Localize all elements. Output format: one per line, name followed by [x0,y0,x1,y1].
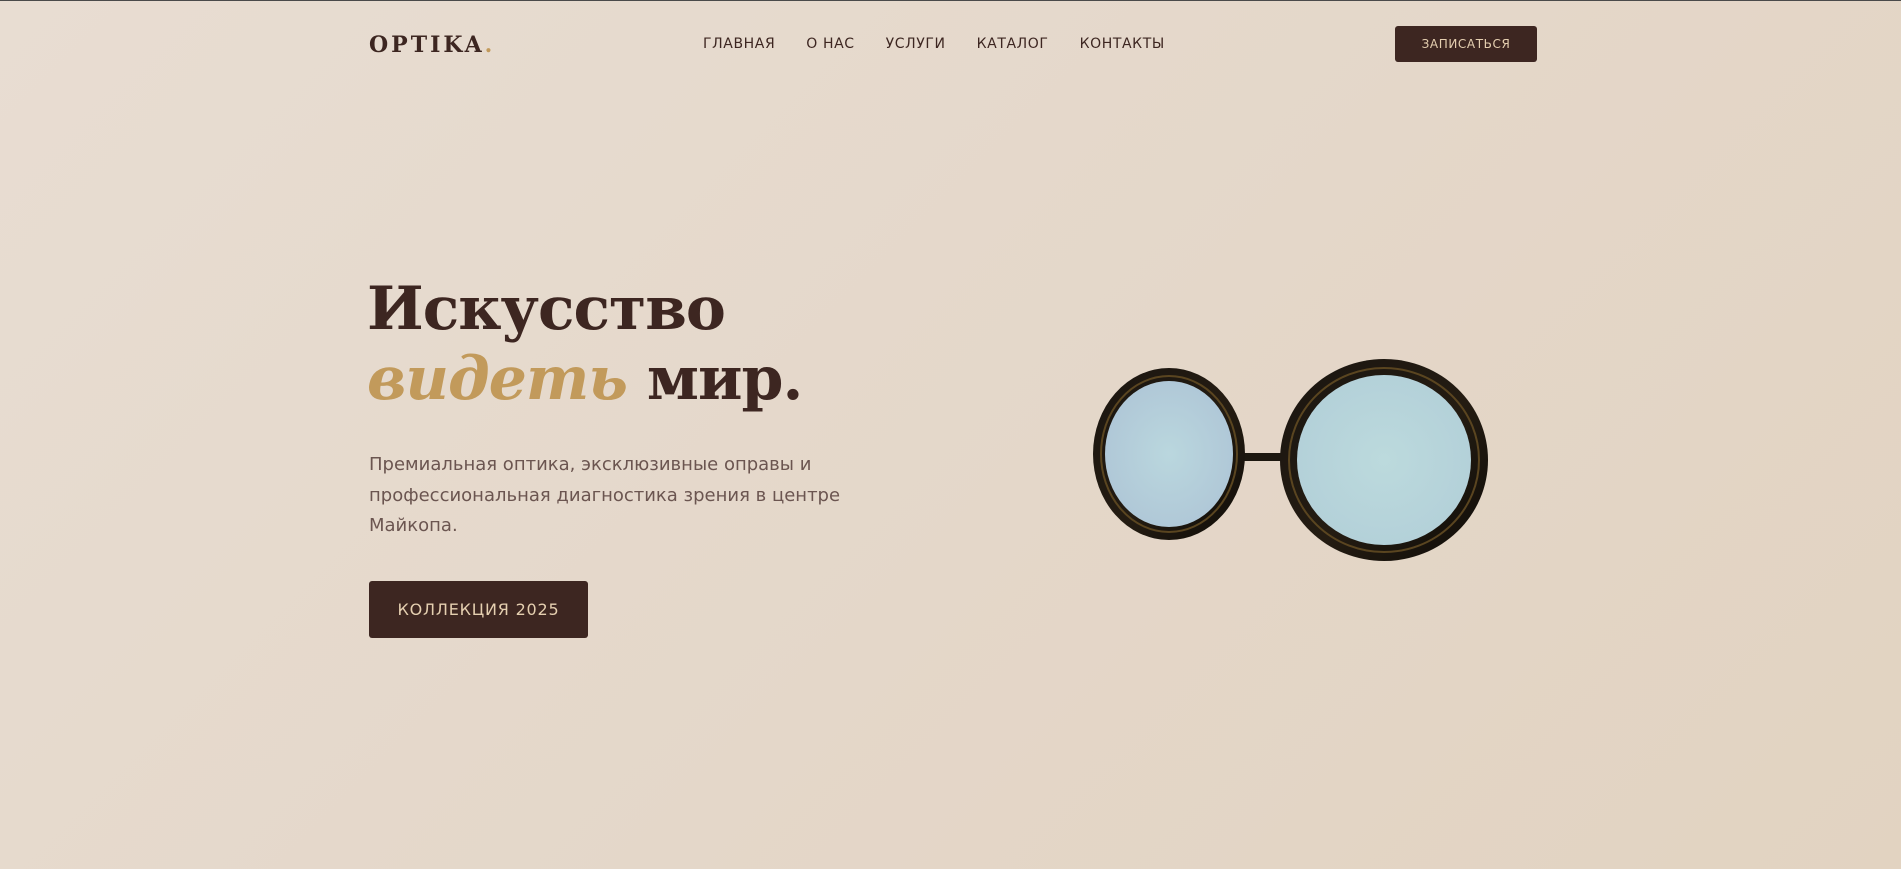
logo-text: OPTIKA [369,32,485,58]
nav-item-contacts[interactable]: КОНТАКТЫ [1080,34,1165,54]
site-header: OPTIKA. ГЛАВНАЯ О НАС УСЛУГИ КАТАЛОГ КОН… [0,0,1901,88]
hero-title-accent: видеть [367,344,628,414]
nav-item-about[interactable]: О НАС [806,34,854,54]
round-glasses-icon [1093,359,1488,561]
hero-title: Искусство видеть мир. [367,274,803,414]
logo-dot: . [484,32,496,58]
main-nav: ГЛАВНАЯ О НАС УСЛУГИ КАТАЛОГ КОНТАКТЫ [703,33,1165,55]
nav-item-catalog[interactable]: КАТАЛОГ [977,34,1049,54]
signup-button[interactable]: ЗАПИСАТЬСЯ [1395,26,1537,62]
hero-title-rest: мир. [627,344,803,414]
collection-button[interactable]: КОЛЛЕКЦИЯ 2025 [369,581,588,638]
nav-item-services[interactable]: УСЛУГИ [886,34,946,54]
logo[interactable]: OPTIKA. [369,30,495,60]
hero-title-line2: видеть мир. [367,344,803,414]
hero-title-line1: Искусство [367,274,726,344]
nav-item-home[interactable]: ГЛАВНАЯ [703,34,775,54]
hero-subtitle: Премиальная оптика, эксклюзивные оправы … [369,454,841,536]
